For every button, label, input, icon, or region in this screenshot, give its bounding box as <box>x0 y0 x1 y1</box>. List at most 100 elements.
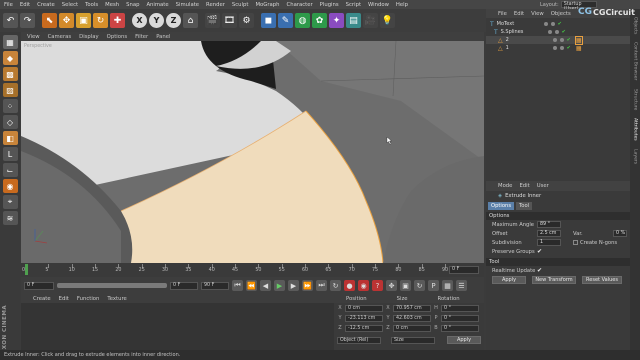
coord-rotation-field[interactable]: 0 ° <box>441 304 479 312</box>
object-list-item[interactable]: T S.Splines ✔ <box>486 28 630 36</box>
side-tab-structure[interactable]: Structure <box>633 87 638 112</box>
enable-check-icon[interactable]: ✔ <box>567 45 571 51</box>
tab-tool[interactable]: Tool <box>516 201 533 210</box>
coord-position-field[interactable]: 0 cm <box>345 304 383 312</box>
material-menu-edit[interactable]: Edit <box>59 296 69 302</box>
attribute-menu-edit[interactable]: Edit <box>519 183 529 189</box>
offset-field[interactable]: 2.5 cm <box>537 230 561 237</box>
render-view-icon[interactable]: 🎬 <box>205 13 220 28</box>
object-menu-view[interactable]: View <box>531 11 544 17</box>
move-icon[interactable]: ✥ <box>59 13 74 28</box>
object-menu-objects[interactable]: Objects <box>551 11 571 17</box>
side-tab-attributes[interactable]: Attributes <box>633 116 638 143</box>
model-mode-icon[interactable]: ◆ <box>2 51 18 65</box>
redo-icon[interactable]: ↷ <box>20 13 35 28</box>
subdivision-surface-icon[interactable]: ◍ <box>295 13 310 28</box>
array-generator-icon[interactable]: ✿ <box>312 13 327 28</box>
viewport-menu-display[interactable]: Display <box>79 34 99 40</box>
menu-item-help[interactable]: Help <box>396 2 408 8</box>
object-list-item[interactable]: △ 1 ✔ ▦ <box>486 44 630 52</box>
workplane-icon[interactable]: ▨ <box>2 83 18 97</box>
end-frame-field[interactable]: 90 F <box>201 281 229 290</box>
timeline-end-field[interactable]: 0 F <box>449 266 479 274</box>
viewport-menu-options[interactable]: Options <box>107 34 127 40</box>
next-frame-icon[interactable]: ▶ <box>288 280 299 291</box>
menu-item-file[interactable]: File <box>4 2 13 8</box>
deformer-icon[interactable]: ✦ <box>329 13 344 28</box>
menu-item-tools[interactable]: Tools <box>85 2 98 8</box>
object-menu-edit[interactable]: Edit <box>514 11 524 17</box>
edges-mode-icon[interactable]: ◇ <box>2 115 18 129</box>
environment-icon[interactable]: ▤ <box>346 13 361 28</box>
visibility-dot[interactable] <box>547 30 552 34</box>
z-axis-toggle[interactable]: Z <box>166 13 181 28</box>
polygons-mode-icon[interactable]: ◧ <box>2 131 18 145</box>
key-position-icon[interactable]: ✥ <box>386 280 397 291</box>
play-icon[interactable]: ▶ <box>274 280 285 291</box>
key-parameter-icon[interactable]: P <box>428 280 439 291</box>
make-editable-icon[interactable]: ▦ <box>2 35 18 49</box>
menu-item-animate[interactable]: Animate <box>146 2 168 8</box>
size-mode-dropdown[interactable]: Size <box>391 336 435 344</box>
recent-tools-icon[interactable]: ✚ <box>110 13 125 28</box>
goto-end-icon[interactable]: ⏭ <box>316 280 327 291</box>
coord-size-field[interactable]: 42.603 cm <box>393 314 431 322</box>
apply-button[interactable]: Apply <box>492 275 526 284</box>
menu-item-mesh[interactable]: Mesh <box>105 2 119 8</box>
menu-item-mograph[interactable]: MoGraph <box>255 2 279 8</box>
undo-icon[interactable]: ↶ <box>3 13 18 28</box>
preserve-groups-checkbox[interactable]: ✔ <box>537 248 542 255</box>
menu-item-edit[interactable]: Edit <box>20 2 30 8</box>
playhead[interactable] <box>25 264 28 275</box>
render-dot[interactable] <box>554 30 559 34</box>
side-tab-content-browser[interactable]: Content Browser <box>633 40 638 82</box>
realtime-update-checkbox[interactable]: ✔ <box>537 267 542 274</box>
coordinate-system-icon[interactable]: ⌂ <box>183 13 198 28</box>
subdivision-field[interactable]: 1 <box>537 239 561 246</box>
menu-item-window[interactable]: Window <box>368 2 389 8</box>
enable-check-icon[interactable]: ✔ <box>567 37 571 43</box>
texture-tag-icon[interactable]: ▦ <box>576 45 582 52</box>
current-frame-field[interactable]: 0 F <box>170 281 198 290</box>
new-transform-button[interactable]: New Transform <box>532 275 576 284</box>
light-icon[interactable]: 💡 <box>380 13 395 28</box>
render-settings-icon[interactable]: ⚙ <box>239 13 254 28</box>
cube-primitive-icon[interactable]: ◼ <box>261 13 276 28</box>
next-key-icon[interactable]: ⏩ <box>302 280 313 291</box>
coord-position-field[interactable]: -12.5 cm <box>345 324 383 332</box>
range-slider[interactable] <box>57 283 167 288</box>
pen-spline-icon[interactable]: ✎ <box>278 13 293 28</box>
prev-key-icon[interactable]: ⏪ <box>246 280 257 291</box>
timeline-ruler[interactable]: 0 5 10 15 20 25 30 35 40 45 50 55 60 65 70 75 80 85 90 0 F <box>21 263 484 277</box>
material-menu-texture[interactable]: Texture <box>107 296 126 302</box>
visibility-dot[interactable] <box>543 22 548 26</box>
viewport[interactable]: Perspective <box>21 41 484 263</box>
menu-item-render[interactable]: Render <box>206 2 225 8</box>
coord-position-field[interactable]: -23.113 cm <box>345 314 383 322</box>
reset-values-button[interactable]: Reset Values <box>582 275 622 284</box>
key-rotation-icon[interactable]: ↻ <box>414 280 425 291</box>
var-field[interactable]: 0 % <box>613 230 627 237</box>
start-frame-field[interactable]: 0 F <box>24 281 54 290</box>
material-menu-create[interactable]: Create <box>33 296 51 302</box>
key-scale-icon[interactable]: ▣ <box>400 280 411 291</box>
tab-options[interactable]: Options <box>488 201 515 210</box>
keyframe-selection-icon[interactable]: ? <box>372 280 383 291</box>
menu-item-snap[interactable]: Snap <box>126 2 139 8</box>
coord-size-field[interactable]: 0 cm <box>393 324 431 332</box>
render-dot[interactable] <box>550 22 555 26</box>
viewport-menu-cameras[interactable]: Cameras <box>48 34 72 40</box>
render-picture-viewer-icon[interactable]: 🎞 <box>222 13 237 28</box>
viewport-menu-view[interactable]: View <box>27 34 40 40</box>
prev-frame-icon[interactable]: ◀ <box>260 280 271 291</box>
enable-axis-icon[interactable]: L <box>2 147 18 161</box>
locked-workplane-icon[interactable]: ⌖ <box>2 195 18 209</box>
enable-check-icon[interactable]: ✔ <box>558 21 562 27</box>
menu-item-plugins[interactable]: Plugins <box>320 2 339 8</box>
timeline-menu-icon[interactable]: ☰ <box>456 280 467 291</box>
enable-check-icon[interactable]: ✔ <box>562 29 566 35</box>
menu-item-create[interactable]: Create <box>37 2 55 8</box>
coord-mode-dropdown[interactable]: Object (Rel) <box>337 336 381 344</box>
scale-icon[interactable]: ▣ <box>76 13 91 28</box>
attribute-menu-user[interactable]: User <box>537 183 549 189</box>
